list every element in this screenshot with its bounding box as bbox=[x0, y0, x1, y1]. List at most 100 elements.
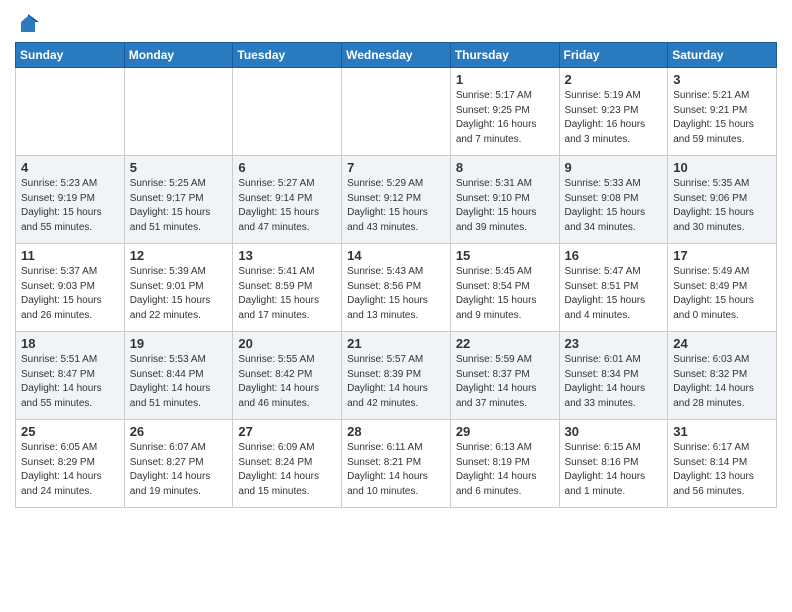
header-day-wednesday: Wednesday bbox=[342, 43, 451, 68]
day-detail: Sunrise: 5:39 AM Sunset: 9:01 PM Dayligh… bbox=[130, 265, 228, 323]
calendar-cell: 18Sunrise: 5:51 AM Sunset: 8:47 PM Dayli… bbox=[16, 332, 125, 420]
day-detail: Sunrise: 5:27 AM Sunset: 9:14 PM Dayligh… bbox=[238, 177, 336, 235]
day-detail: Sunrise: 5:31 AM Sunset: 9:10 PM Dayligh… bbox=[456, 177, 554, 235]
day-number: 2 bbox=[565, 72, 663, 87]
calendar-cell: 22Sunrise: 5:59 AM Sunset: 8:37 PM Dayli… bbox=[450, 332, 559, 420]
day-detail: Sunrise: 5:47 AM Sunset: 8:51 PM Dayligh… bbox=[565, 265, 663, 323]
calendar-table: SundayMondayTuesdayWednesdayThursdayFrid… bbox=[15, 42, 777, 508]
day-detail: Sunrise: 6:17 AM Sunset: 8:14 PM Dayligh… bbox=[673, 441, 771, 499]
week-row-1: 1 Sunrise: 5:17 AM Sunset: 9:25 PM Daylig… bbox=[16, 68, 777, 156]
day-number: 9 bbox=[565, 160, 663, 175]
week-row-5: 25 Sunrise: 6:05 AM Sunset: 8:29 PM Dayli… bbox=[16, 420, 777, 508]
week-row-3: 11 Sunrise: 5:37 AM Sunset: 9:03 PM Dayli… bbox=[16, 244, 777, 332]
day-number: 1 bbox=[456, 72, 554, 87]
calendar-cell: 4 Sunrise: 5:23 AM Sunset: 9:19 PM Daylig… bbox=[16, 156, 125, 244]
day-number: 20 bbox=[238, 336, 336, 351]
day-detail: Sunrise: 6:05 AM Sunset: 8:29 PM Dayligh… bbox=[21, 441, 119, 499]
day-detail: Sunrise: 5:49 AM Sunset: 8:49 PM Dayligh… bbox=[673, 265, 771, 323]
calendar-cell: 21Sunrise: 5:57 AM Sunset: 8:39 PM Dayli… bbox=[342, 332, 451, 420]
day-detail: Sunrise: 5:51 AM Sunset: 8:47 PM Dayligh… bbox=[21, 353, 119, 411]
calendar-cell bbox=[16, 68, 125, 156]
calendar-cell: 11 Sunrise: 5:37 AM Sunset: 9:03 PM Dayli… bbox=[16, 244, 125, 332]
day-detail: Sunrise: 5:37 AM Sunset: 9:03 PM Dayligh… bbox=[21, 265, 119, 323]
calendar-cell: 12 Sunrise: 5:39 AM Sunset: 9:01 PM Dayli… bbox=[124, 244, 233, 332]
day-detail: Sunrise: 5:55 AM Sunset: 8:42 PM Dayligh… bbox=[238, 353, 336, 411]
week-row-4: 18Sunrise: 5:51 AM Sunset: 8:47 PM Dayli… bbox=[16, 332, 777, 420]
day-number: 6 bbox=[238, 160, 336, 175]
calendar-cell: 19 Sunrise: 5:53 AM Sunset: 8:44 PM Dayli… bbox=[124, 332, 233, 420]
day-number: 8 bbox=[456, 160, 554, 175]
header-row: SundayMondayTuesdayWednesdayThursdayFrid… bbox=[16, 43, 777, 68]
day-detail: Sunrise: 5:21 AM Sunset: 9:21 PM Dayligh… bbox=[673, 89, 771, 147]
day-number: 12 bbox=[130, 248, 228, 263]
calendar-cell bbox=[342, 68, 451, 156]
day-detail: Sunrise: 5:25 AM Sunset: 9:17 PM Dayligh… bbox=[130, 177, 228, 235]
day-number: 24 bbox=[673, 336, 771, 351]
day-number: 15 bbox=[456, 248, 554, 263]
calendar-cell: 30Sunrise: 6:15 AM Sunset: 8:16 PM Dayli… bbox=[559, 420, 668, 508]
day-number: 31 bbox=[673, 424, 771, 439]
header-day-saturday: Saturday bbox=[668, 43, 777, 68]
calendar-cell: 23 Sunrise: 6:01 AM Sunset: 8:34 PM Dayli… bbox=[559, 332, 668, 420]
calendar-cell: 3 Sunrise: 5:21 AM Sunset: 9:21 PM Daylig… bbox=[668, 68, 777, 156]
calendar-cell: 29 Sunrise: 6:13 AM Sunset: 8:19 PM Dayli… bbox=[450, 420, 559, 508]
day-number: 14 bbox=[347, 248, 445, 263]
day-number: 21 bbox=[347, 336, 445, 351]
day-detail: Sunrise: 5:33 AM Sunset: 9:08 PM Dayligh… bbox=[565, 177, 663, 235]
logo bbox=[15, 14, 39, 36]
day-detail: Sunrise: 5:41 AM Sunset: 8:59 PM Dayligh… bbox=[238, 265, 336, 323]
day-detail: Sunrise: 6:11 AM Sunset: 8:21 PM Dayligh… bbox=[347, 441, 445, 499]
calendar-body: 1 Sunrise: 5:17 AM Sunset: 9:25 PM Daylig… bbox=[16, 68, 777, 508]
day-detail: Sunrise: 5:19 AM Sunset: 9:23 PM Dayligh… bbox=[565, 89, 663, 147]
calendar-header: SundayMondayTuesdayWednesdayThursdayFrid… bbox=[16, 43, 777, 68]
day-number: 29 bbox=[456, 424, 554, 439]
day-number: 23 bbox=[565, 336, 663, 351]
day-number: 7 bbox=[347, 160, 445, 175]
calendar-cell: 14 Sunrise: 5:43 AM Sunset: 8:56 PM Dayli… bbox=[342, 244, 451, 332]
calendar-cell: 13 Sunrise: 5:41 AM Sunset: 8:59 PM Dayli… bbox=[233, 244, 342, 332]
day-number: 19 bbox=[130, 336, 228, 351]
week-row-2: 4 Sunrise: 5:23 AM Sunset: 9:19 PM Daylig… bbox=[16, 156, 777, 244]
calendar-cell: 5Sunrise: 5:25 AM Sunset: 9:17 PM Daylig… bbox=[124, 156, 233, 244]
header-day-tuesday: Tuesday bbox=[233, 43, 342, 68]
day-number: 4 bbox=[21, 160, 119, 175]
calendar-cell: 17 Sunrise: 5:49 AM Sunset: 8:49 PM Dayli… bbox=[668, 244, 777, 332]
day-detail: Sunrise: 5:17 AM Sunset: 9:25 PM Dayligh… bbox=[456, 89, 554, 147]
calendar-cell bbox=[233, 68, 342, 156]
calendar-cell: 15 Sunrise: 5:45 AM Sunset: 8:54 PM Dayli… bbox=[450, 244, 559, 332]
logo-icon bbox=[17, 14, 39, 36]
day-number: 27 bbox=[238, 424, 336, 439]
calendar-cell bbox=[124, 68, 233, 156]
calendar-cell: 9 Sunrise: 5:33 AM Sunset: 9:08 PM Daylig… bbox=[559, 156, 668, 244]
day-detail: Sunrise: 5:29 AM Sunset: 9:12 PM Dayligh… bbox=[347, 177, 445, 235]
calendar-cell: 16 Sunrise: 5:47 AM Sunset: 8:51 PM Dayli… bbox=[559, 244, 668, 332]
day-number: 11 bbox=[21, 248, 119, 263]
day-detail: Sunrise: 5:43 AM Sunset: 8:56 PM Dayligh… bbox=[347, 265, 445, 323]
day-detail: Sunrise: 5:23 AM Sunset: 9:19 PM Dayligh… bbox=[21, 177, 119, 235]
calendar-cell: 7 Sunrise: 5:29 AM Sunset: 9:12 PM Daylig… bbox=[342, 156, 451, 244]
day-detail: Sunrise: 6:13 AM Sunset: 8:19 PM Dayligh… bbox=[456, 441, 554, 499]
day-detail: Sunrise: 5:53 AM Sunset: 8:44 PM Dayligh… bbox=[130, 353, 228, 411]
calendar-cell: 31 Sunrise: 6:17 AM Sunset: 8:14 PM Dayli… bbox=[668, 420, 777, 508]
header-day-friday: Friday bbox=[559, 43, 668, 68]
day-number: 3 bbox=[673, 72, 771, 87]
day-detail: Sunrise: 5:45 AM Sunset: 8:54 PM Dayligh… bbox=[456, 265, 554, 323]
day-detail: Sunrise: 5:35 AM Sunset: 9:06 PM Dayligh… bbox=[673, 177, 771, 235]
day-detail: Sunrise: 6:01 AM Sunset: 8:34 PM Dayligh… bbox=[565, 353, 663, 411]
calendar-cell: 1 Sunrise: 5:17 AM Sunset: 9:25 PM Daylig… bbox=[450, 68, 559, 156]
day-number: 22 bbox=[456, 336, 554, 351]
day-detail: Sunrise: 6:03 AM Sunset: 8:32 PM Dayligh… bbox=[673, 353, 771, 411]
calendar-cell: 24 Sunrise: 6:03 AM Sunset: 8:32 PM Dayli… bbox=[668, 332, 777, 420]
day-number: 28 bbox=[347, 424, 445, 439]
calendar-cell: 8 Sunrise: 5:31 AM Sunset: 9:10 PM Daylig… bbox=[450, 156, 559, 244]
day-number: 16 bbox=[565, 248, 663, 263]
day-number: 10 bbox=[673, 160, 771, 175]
day-number: 17 bbox=[673, 248, 771, 263]
day-number: 25 bbox=[21, 424, 119, 439]
calendar-cell: 10 Sunrise: 5:35 AM Sunset: 9:06 PM Dayli… bbox=[668, 156, 777, 244]
header-day-sunday: Sunday bbox=[16, 43, 125, 68]
day-detail: Sunrise: 6:09 AM Sunset: 8:24 PM Dayligh… bbox=[238, 441, 336, 499]
day-number: 13 bbox=[238, 248, 336, 263]
header-day-thursday: Thursday bbox=[450, 43, 559, 68]
page-header bbox=[15, 10, 777, 36]
